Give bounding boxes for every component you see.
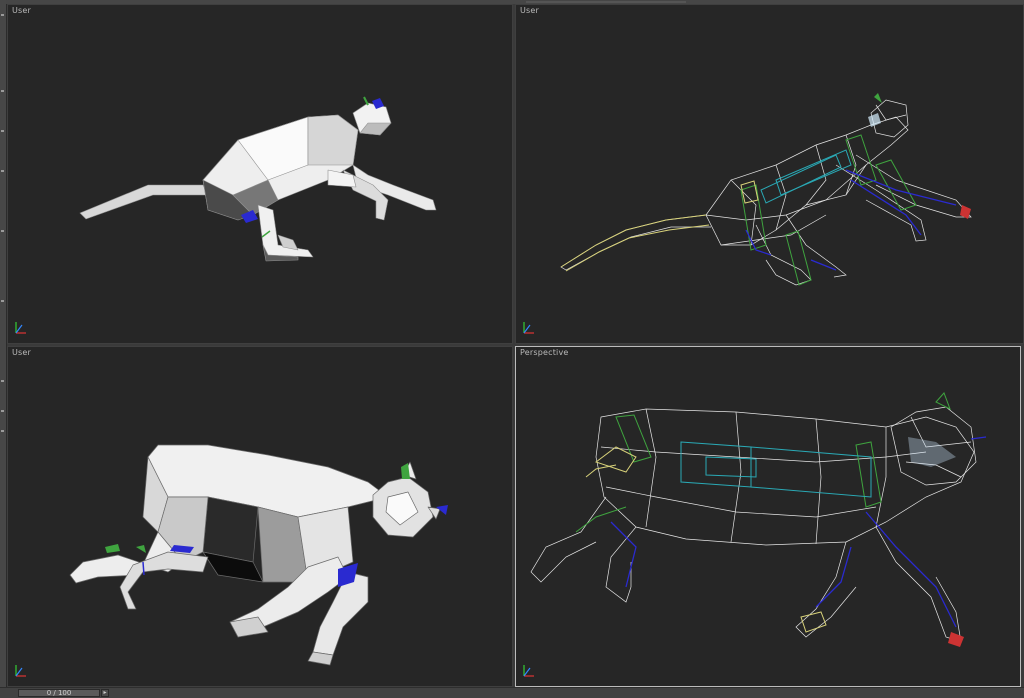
time-slider[interactable]: 0 / 100 [18, 689, 100, 697]
chevron-right-icon[interactable]: ▸ [101, 689, 109, 697]
axis-gizmo-icon [15, 322, 26, 334]
bottom-timeline-bar: 0 / 100 ▸ [0, 687, 1024, 698]
strip-tick [1, 230, 4, 232]
cat-model-perspective-wireframe[interactable] [516, 347, 1022, 688]
frame-counter: 0 / 100 [46, 689, 72, 697]
strip-tick [1, 90, 4, 92]
axis-gizmo-icon [15, 665, 26, 677]
viewport-top-left[interactable]: User [7, 4, 513, 344]
cat-model-shaded[interactable] [8, 5, 514, 345]
strip-tick [1, 300, 4, 302]
strip-tick [1, 14, 4, 16]
viewport-bottom-right[interactable]: Perspective [515, 346, 1021, 687]
strip-tick [1, 430, 4, 432]
toolbar-segment [526, 1, 686, 3]
strip-tick [1, 410, 4, 412]
cat-model-wireframe[interactable] [516, 5, 1024, 345]
left-command-strip [0, 0, 7, 687]
strip-tick [1, 170, 4, 172]
axis-gizmo-icon [523, 322, 534, 334]
viewport-top-right[interactable]: User [515, 4, 1024, 344]
strip-tick [1, 380, 4, 382]
viewport-bottom-left[interactable]: User [7, 346, 513, 687]
strip-tick [1, 130, 4, 132]
axis-gizmo-icon [523, 665, 534, 677]
cat-model-shaded-closeup[interactable] [8, 347, 514, 688]
